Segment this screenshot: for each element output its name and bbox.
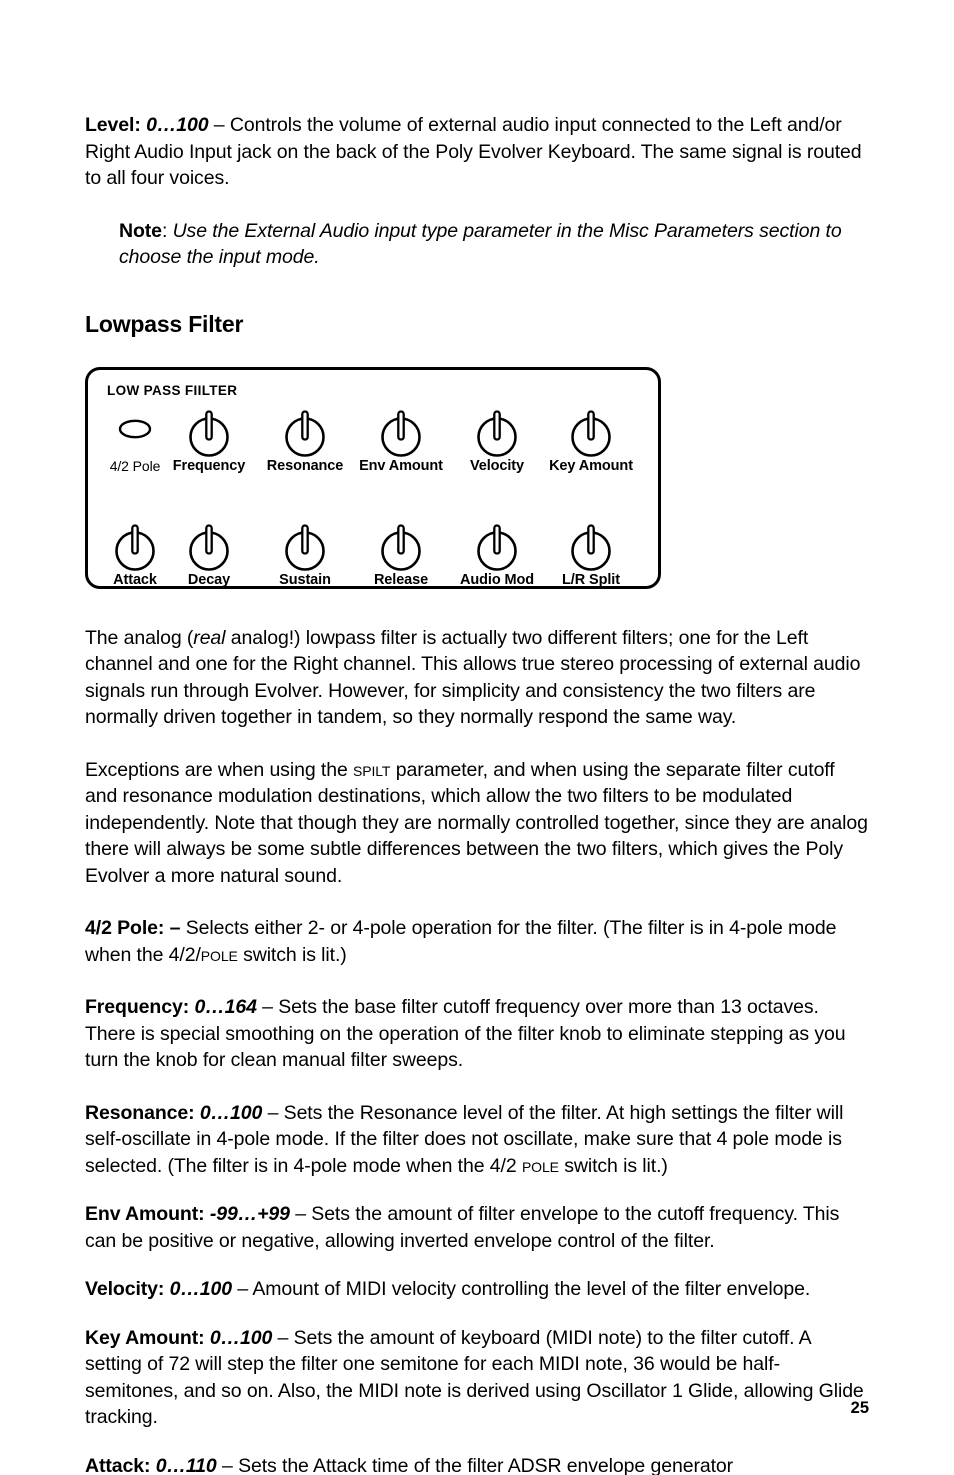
intro-emphasis: real <box>193 626 226 649</box>
figure-lowpass-filter-panel: LOW PASS FIILTER 4/2 Pole Frequency Resona… <box>85 366 869 589</box>
panel-control-resonance[interactable]: Resonance <box>250 401 360 474</box>
knob-icon <box>154 401 264 457</box>
paragraph-key-amount: Key Amount: 0…100 – Sets the amount of k… <box>85 1325 869 1431</box>
panel-control-env-amount[interactable]: Env Amount <box>346 401 456 474</box>
paragraph-note: Note: Use the External Audio input type … <box>119 218 869 271</box>
velocity-body: Amount of MIDI velocity controlling the … <box>252 1278 811 1300</box>
exceptions-text-a: Exceptions are when using the <box>85 758 354 781</box>
panel-control-sustain[interactable]: Sustain <box>250 515 360 588</box>
resonance-smallcaps-pole: Pole <box>521 1154 559 1177</box>
exceptions-smallcaps-spilt: Spilt <box>353 758 391 781</box>
knob-icon <box>536 515 646 571</box>
panel-control-label: Sustain <box>279 571 331 588</box>
panel-control-key-amount[interactable]: Key Amount <box>536 401 646 474</box>
paragraph-pole: 4/2 Pole: – Selects either 2- or 4-pole … <box>85 915 869 968</box>
page-number: 25 <box>850 1399 869 1417</box>
panel-control-decay[interactable]: Decay <box>154 515 264 588</box>
panel-control-release[interactable]: Release <box>346 515 456 588</box>
paragraph-resonance: Resonance: 0…100 – Sets the Resonance le… <box>85 1100 869 1180</box>
panel-control-l-r-split[interactable]: L/R Split <box>536 515 646 588</box>
resonance-text-a: Sets the Resonance level of the filter. … <box>85 1101 844 1177</box>
note-colon: : <box>161 219 173 242</box>
paragraph-exceptions: Exceptions are when using the Spilt para… <box>85 757 869 890</box>
knob-icon <box>250 401 360 457</box>
panel-control-label: Release <box>373 571 429 588</box>
pole-term: 4/2 Pole <box>85 917 158 939</box>
panel-control-label: Key Amount <box>549 457 633 474</box>
resonance-range: 0…100 <box>199 1101 263 1124</box>
key-amount-dash: – <box>272 1326 294 1349</box>
pole-dash: – <box>164 917 186 939</box>
resonance-term: Resonance: <box>85 1101 195 1124</box>
panel-control-label: Frequency <box>172 457 246 474</box>
panel-control-label: L/R Split <box>562 571 620 588</box>
attack-body: Sets the Attack time of the filter ADSR … <box>238 1454 734 1475</box>
paragraph-frequency: Frequency: 0…164 – Sets the base filter … <box>85 994 869 1074</box>
env-amount-range: -99…+99 <box>209 1203 290 1225</box>
paragraph-velocity: Velocity: 0…100 – Amount of MIDI velocit… <box>85 1276 869 1303</box>
panel-control-label: Env Amount <box>359 457 443 474</box>
velocity-dash: – <box>232 1278 253 1300</box>
key-amount-term: Key Amount: <box>85 1326 205 1349</box>
knob-icon <box>536 401 646 457</box>
page-content: Level: 0…100 – Controls the volume of ex… <box>85 0 869 1475</box>
knob-icon <box>250 515 360 571</box>
intro-text-a: The analog ( <box>85 626 194 649</box>
knob-icon <box>346 401 456 457</box>
env-amount-term: Env Amount: <box>85 1203 205 1225</box>
attack-term: Attack: <box>85 1454 151 1475</box>
level-dash: – <box>208 114 230 136</box>
velocity-term: Velocity: <box>85 1278 165 1300</box>
resonance-text-b: switch is lit.) <box>558 1154 668 1177</box>
key-amount-range: 0…100 <box>209 1326 273 1349</box>
paragraph-env-amount: Env Amount: -99…+99 – Sets the amount of… <box>85 1201 869 1254</box>
paragraph-intro: The analog (real analog!) lowpass filter… <box>85 625 869 731</box>
pole-text-b: switch is lit.) <box>237 943 347 966</box>
panel-title-label: LOW PASS FIILTER <box>107 382 238 398</box>
note-body: Use the External Audio input type parame… <box>119 219 842 269</box>
paragraph-attack: Attack: 0…110 – Sets the Attack time of … <box>85 1453 869 1475</box>
pole-smallcaps-pole: Pole <box>200 943 238 966</box>
panel-control-label: Resonance <box>266 457 344 474</box>
document-page: Level: 0…100 – Controls the volume of ex… <box>0 0 954 1475</box>
level-range: 0…100 <box>146 114 209 136</box>
panel-control-frequency[interactable]: Frequency <box>154 401 264 474</box>
level-term: Level: <box>85 114 141 136</box>
filter-panel: LOW PASS FIILTER 4/2 Pole Frequency Resona… <box>85 366 661 589</box>
env-amount-dash: – <box>289 1203 312 1225</box>
resonance-dash: – <box>262 1101 284 1124</box>
page-title: Lowpass Filter <box>85 310 244 337</box>
knob-icon <box>346 515 456 571</box>
panel-control-label: Decay <box>187 571 231 588</box>
pole-text-a: Selects either 2- or 4-pole operation fo… <box>85 917 837 966</box>
note-label: Note <box>119 219 162 242</box>
knob-icon <box>154 515 264 571</box>
paragraph-level: Level: 0…100 – Controls the volume of ex… <box>85 112 869 192</box>
frequency-dash: – <box>256 996 279 1018</box>
attack-dash: – <box>216 1454 239 1475</box>
frequency-term: Frequency: <box>85 996 190 1018</box>
attack-range: 0…110 <box>155 1454 217 1475</box>
velocity-range: 0…100 <box>169 1278 233 1300</box>
frequency-range: 0…164 <box>194 996 257 1018</box>
